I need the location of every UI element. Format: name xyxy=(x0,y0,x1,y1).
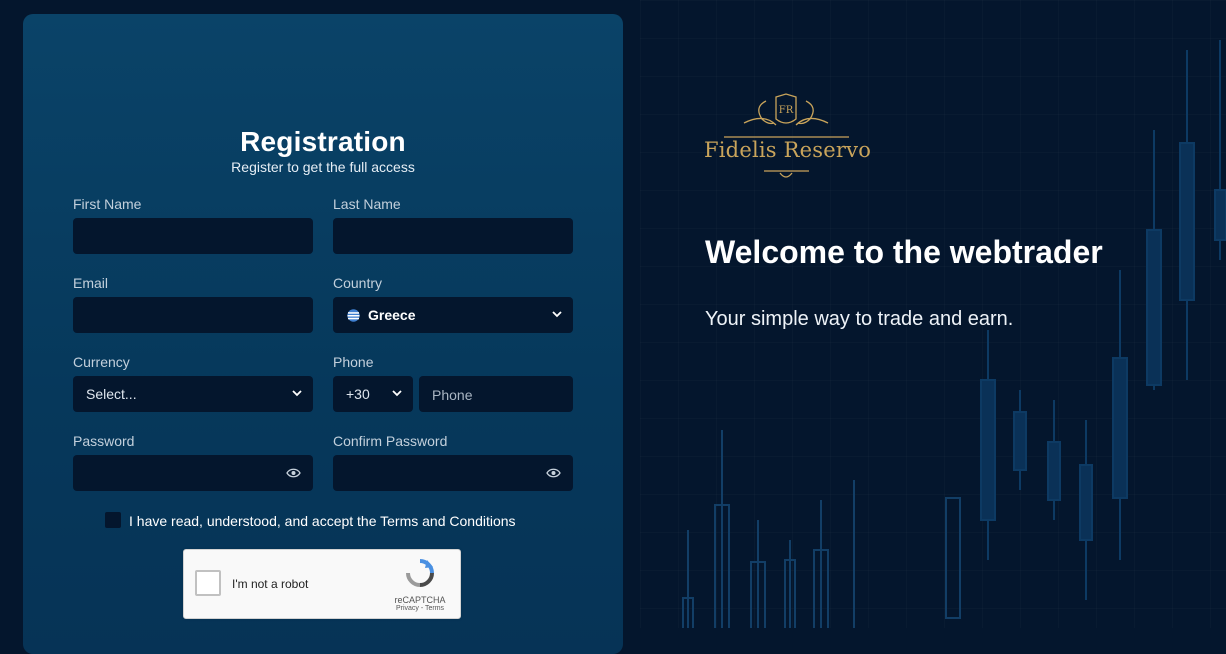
chevron-down-icon xyxy=(552,311,562,318)
phone-label: Phone xyxy=(333,354,374,370)
confirm-password-input[interactable] xyxy=(333,455,573,491)
phone-placeholder: Phone xyxy=(432,387,473,403)
hero-title: Welcome to the webtrader xyxy=(705,234,1103,270)
phone-code-select[interactable]: +30 xyxy=(333,376,413,412)
chevron-down-icon xyxy=(292,390,302,397)
currency-select[interactable]: Select... xyxy=(73,376,313,412)
registration-subtitle: Register to get the full access xyxy=(231,159,415,175)
chevron-down-icon xyxy=(392,390,402,397)
recaptcha-icon xyxy=(406,559,434,587)
password-label: Password xyxy=(73,433,135,449)
registration-title: Registration xyxy=(240,126,406,157)
first-name-label: First Name xyxy=(73,196,142,212)
currency-label: Currency xyxy=(73,354,130,370)
password-input[interactable] xyxy=(73,455,313,491)
first-name-input[interactable] xyxy=(73,218,313,254)
hero-tagline: Your simple way to trade and earn. xyxy=(705,308,1014,330)
email-input[interactable] xyxy=(73,297,313,333)
email-label: Email xyxy=(73,275,109,291)
phone-input[interactable]: Phone xyxy=(419,376,573,412)
country-select[interactable]: Greece xyxy=(333,297,573,333)
last-name-label: Last Name xyxy=(333,196,401,212)
confirm-password-label: Confirm Password xyxy=(333,433,448,449)
recaptcha-links[interactable]: Privacy - Terms xyxy=(390,605,450,612)
recaptcha-logo: reCAPTCHA Privacy - Terms xyxy=(390,558,450,612)
eye-icon[interactable] xyxy=(546,467,561,479)
currency-value: Select... xyxy=(86,386,137,402)
terms-label: I have read, understood, and accept the … xyxy=(129,513,516,529)
greece-flag-icon xyxy=(347,309,360,322)
eye-icon[interactable] xyxy=(286,467,301,479)
country-value: Greece xyxy=(368,307,416,323)
recaptcha-checkbox[interactable] xyxy=(195,570,221,596)
last-name-input[interactable] xyxy=(333,218,573,254)
recaptcha-label: I'm not a robot xyxy=(232,577,309,591)
logo-monogram: FR xyxy=(779,105,794,116)
recaptcha-widget: I'm not a robot reCAPTCHA Privacy - Term… xyxy=(183,549,461,619)
country-label: Country xyxy=(333,275,383,291)
brand-name: Fidelis Reservo xyxy=(704,138,872,162)
registration-panel: Registration Register to get the full ac… xyxy=(23,14,623,654)
phone-code-value: +30 xyxy=(346,386,370,402)
recaptcha-brand: reCAPTCHA xyxy=(394,595,446,605)
terms-checkbox[interactable] xyxy=(105,512,121,528)
